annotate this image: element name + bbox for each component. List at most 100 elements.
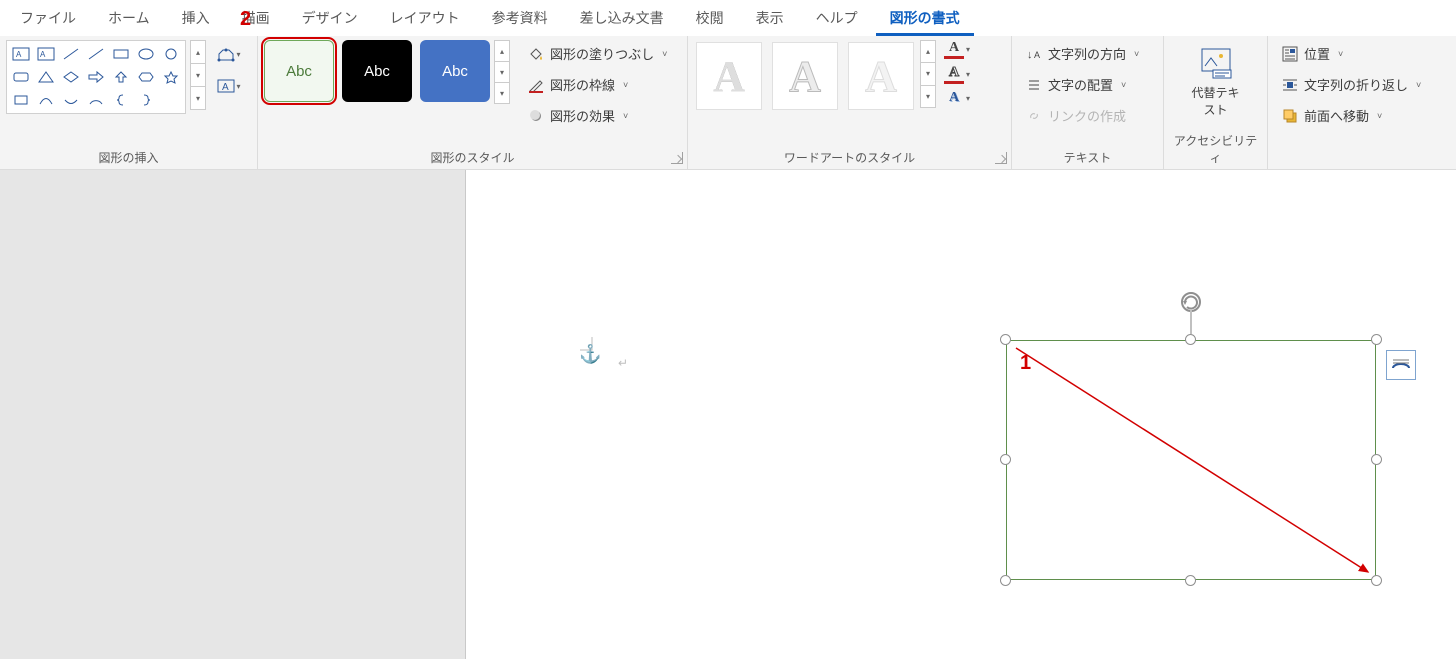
shape-rectangle[interactable] bbox=[1006, 340, 1376, 580]
style-thumb-3[interactable]: Abc bbox=[420, 40, 490, 102]
svg-text:A: A bbox=[16, 50, 22, 59]
shape-line2-icon[interactable] bbox=[84, 43, 108, 65]
shape-star-icon[interactable] bbox=[159, 66, 183, 88]
shape-textbox2-icon[interactable]: A bbox=[34, 43, 58, 65]
layout-options-icon bbox=[1390, 354, 1412, 376]
shape-hexagon-icon[interactable] bbox=[134, 66, 158, 88]
shape-fill-button[interactable]: 図形の塗りつぶし˅ bbox=[520, 40, 675, 67]
resize-handle-tm[interactable] bbox=[1185, 334, 1196, 345]
tab-shape-format[interactable]: 図形の書式 bbox=[876, 0, 974, 36]
wordart-thumb-3[interactable]: A bbox=[848, 42, 914, 110]
shape-textbox-icon[interactable]: A bbox=[9, 43, 33, 65]
resize-handle-bm[interactable] bbox=[1185, 575, 1196, 586]
resize-handle-tl[interactable] bbox=[1000, 334, 1011, 345]
tab-help[interactable]: ヘルプ bbox=[802, 0, 872, 36]
edit-shape-button[interactable]: ▾ bbox=[214, 40, 244, 68]
shape-triangle-icon[interactable] bbox=[34, 66, 58, 88]
text-outline-icon: A bbox=[944, 65, 964, 81]
shape-outline-button[interactable]: 図形の枠線˅ bbox=[520, 71, 675, 98]
shape-roundrect-icon[interactable] bbox=[9, 66, 33, 88]
shape-oval-icon[interactable] bbox=[134, 43, 158, 65]
tab-draw[interactable]: 描画 bbox=[228, 0, 284, 36]
text-effects-button[interactable]: A ▾ bbox=[944, 90, 972, 106]
shape-styles-gallery[interactable]: Abc Abc Abc bbox=[264, 40, 490, 102]
tab-references[interactable]: 参考資料 bbox=[478, 0, 562, 36]
shapes-gallery[interactable]: A A bbox=[6, 40, 186, 114]
group-arrange: 位置˅ 文字列の折り返し˅ 前面へ移動˅ bbox=[1268, 36, 1456, 169]
style-thumb-2[interactable]: Abc bbox=[342, 40, 412, 102]
text-direction-label: 文字列の方向 bbox=[1048, 44, 1126, 63]
svg-text:↓: ↓ bbox=[1027, 49, 1033, 61]
shape-diamond-icon[interactable] bbox=[59, 66, 83, 88]
spinner-up-icon[interactable]: ▴ bbox=[495, 41, 509, 62]
ribbon: A A bbox=[0, 36, 1456, 170]
group-label-shape-styles: 図形のスタイル bbox=[264, 146, 681, 167]
shape-styles-dialog-launcher[interactable] bbox=[671, 152, 683, 164]
bring-forward-label: 前面へ移動 bbox=[1304, 106, 1369, 125]
text-align-button[interactable]: 文字の配置˅ bbox=[1018, 71, 1147, 98]
tab-layout[interactable]: レイアウト bbox=[376, 0, 474, 36]
resize-handle-mr[interactable] bbox=[1371, 454, 1382, 465]
shape-arc-icon[interactable] bbox=[84, 89, 108, 111]
layout-options-button[interactable] bbox=[1386, 350, 1416, 380]
group-accessibility: 代替テキスト アクセシビリティ bbox=[1164, 36, 1268, 169]
tab-insert[interactable]: 挿入 bbox=[168, 0, 224, 36]
shape-effects-button[interactable]: 図形の効果˅ bbox=[520, 102, 675, 129]
draw-textbox-button[interactable]: A▾ bbox=[214, 72, 244, 100]
shape-rect-icon[interactable] bbox=[109, 43, 133, 65]
alt-text-button[interactable]: 代替テキスト bbox=[1188, 40, 1244, 124]
tab-mailmerge[interactable]: 差し込み文書 bbox=[566, 0, 678, 36]
shape-outline-label: 図形の枠線 bbox=[550, 75, 615, 94]
wordart-styles-dialog-launcher[interactable] bbox=[995, 152, 1007, 164]
spinner-down-icon[interactable]: ▾ bbox=[495, 62, 509, 83]
shape-effects-label: 図形の効果 bbox=[550, 106, 615, 125]
wordart-thumb-1[interactable]: A bbox=[696, 42, 762, 110]
shape-circle-icon[interactable] bbox=[159, 43, 183, 65]
resize-handle-tr[interactable] bbox=[1371, 334, 1382, 345]
wordart-thumb-2[interactable]: A bbox=[772, 42, 838, 110]
spinner-up-icon[interactable]: ▴ bbox=[191, 41, 205, 64]
text-direction-button[interactable]: ↓A 文字列の方向˅ bbox=[1018, 40, 1147, 67]
spinner-up-icon[interactable]: ▴ bbox=[921, 41, 935, 63]
styles-gallery-spinner[interactable]: ▴ ▾ ▾ bbox=[494, 40, 510, 104]
spinner-more-icon[interactable]: ▾ bbox=[921, 86, 935, 107]
shape-curve2-icon[interactable] bbox=[59, 89, 83, 111]
text-wrap-button[interactable]: 文字列の折り返し˅ bbox=[1274, 71, 1429, 98]
shape-arrow-right-icon[interactable] bbox=[84, 66, 108, 88]
shape-line-icon[interactable] bbox=[59, 43, 83, 65]
tab-view[interactable]: 表示 bbox=[742, 0, 798, 36]
shape-brace-r-icon[interactable] bbox=[134, 89, 158, 111]
spinner-down-icon[interactable]: ▾ bbox=[921, 63, 935, 85]
text-fill-button[interactable]: A ▾ bbox=[944, 40, 972, 59]
resize-handle-br[interactable] bbox=[1371, 575, 1382, 586]
document-page[interactable]: ⚓ ↵ 1 bbox=[466, 170, 1456, 659]
tab-review[interactable]: 校閲 bbox=[682, 0, 738, 36]
wordart-gallery-spinner[interactable]: ▴ ▾ ▾ bbox=[920, 40, 936, 108]
shape-brace-l-icon[interactable] bbox=[109, 89, 133, 111]
bring-forward-button[interactable]: 前面へ移動˅ bbox=[1274, 102, 1429, 129]
resize-handle-ml[interactable] bbox=[1000, 454, 1011, 465]
paint-bucket-icon bbox=[528, 46, 544, 62]
shape-arrow-up-icon[interactable] bbox=[109, 66, 133, 88]
resize-handle-bl[interactable] bbox=[1000, 575, 1011, 586]
wordart-gallery[interactable]: A A A bbox=[694, 40, 916, 112]
tab-file[interactable]: ファイル bbox=[6, 0, 90, 36]
selected-shape[interactable]: 1 bbox=[1006, 340, 1376, 580]
text-outline-button[interactable]: A ▾ bbox=[944, 65, 972, 84]
shape-curve1-icon[interactable] bbox=[34, 89, 58, 111]
svg-text:A: A bbox=[222, 82, 229, 93]
style-thumb-1[interactable]: Abc bbox=[264, 40, 334, 102]
text-fill-icon: A bbox=[944, 40, 964, 56]
navigation-pane[interactable] bbox=[0, 170, 466, 659]
shapes-gallery-spinner[interactable]: ▴ ▾ ▾ bbox=[190, 40, 206, 110]
rotate-handle[interactable] bbox=[1181, 292, 1201, 312]
shape-freeform-icon[interactable] bbox=[9, 89, 33, 111]
position-button[interactable]: 位置˅ bbox=[1274, 40, 1429, 67]
tab-design[interactable]: デザイン bbox=[288, 0, 372, 36]
group-label-accessibility: アクセシビリティ bbox=[1170, 129, 1261, 167]
spinner-more-icon[interactable]: ▾ bbox=[191, 87, 205, 109]
tab-home[interactable]: ホーム bbox=[94, 0, 164, 36]
spinner-down-icon[interactable]: ▾ bbox=[191, 64, 205, 87]
spinner-more-icon[interactable]: ▾ bbox=[495, 83, 509, 103]
group-wordart-styles: A A A ▴ ▾ ▾ A ▾ A bbox=[688, 36, 1012, 169]
